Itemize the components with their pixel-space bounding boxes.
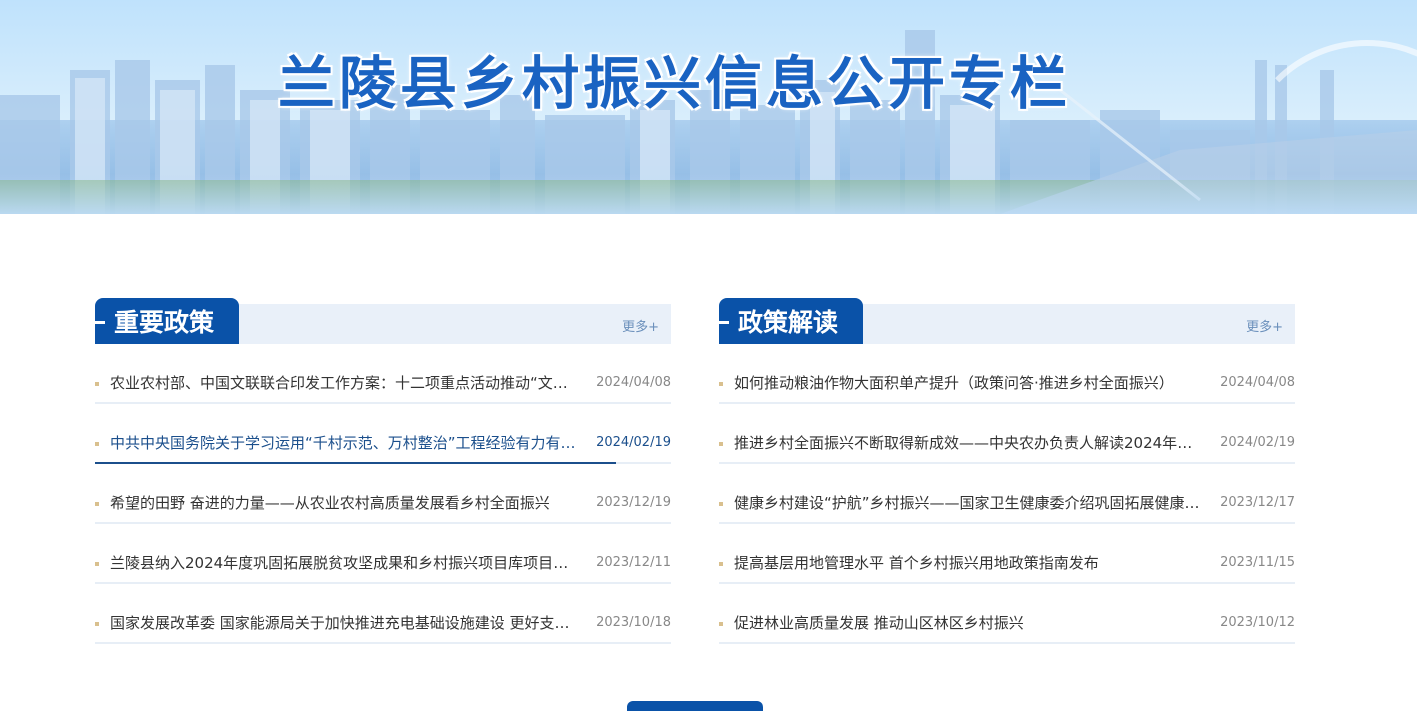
panel-header: 重要政策 更多+ — [95, 298, 671, 344]
more-link[interactable]: 更多+ — [622, 316, 659, 335]
bullet-icon — [95, 442, 99, 446]
header-banner: 兰陵县乡村振兴信息公开专栏 — [0, 0, 1417, 214]
news-date: 2023/11/15 — [1220, 555, 1295, 570]
bullet-icon — [95, 562, 99, 566]
bullet-icon — [95, 502, 99, 506]
news-title-link[interactable]: 促进林业高质量发展 推动山区林区乡村振兴 — [734, 612, 1204, 633]
news-title-link[interactable]: 提高基层用地管理水平 首个乡村振兴用地政策指南发布 — [734, 552, 1204, 573]
news-title-link[interactable]: 推进乡村全面振兴不断取得新成效——中央农办负责人解读2024年中央一号文件 — [734, 432, 1204, 453]
news-date: 2023/12/11 — [596, 555, 671, 570]
list-item[interactable]: 提高基层用地管理水平 首个乡村振兴用地政策指南发布 2023/11/15 — [719, 524, 1295, 584]
next-section-tab[interactable] — [627, 701, 763, 711]
panel-heading: 重要政策 — [114, 308, 215, 337]
bullet-icon — [719, 622, 723, 626]
news-title-link[interactable]: 农业农村部、中国文联联合印发工作方案：十二项重点活动推动“文化产业赋能乡村振兴” — [110, 372, 580, 393]
news-date: 2024/02/19 — [596, 435, 671, 450]
news-title-link[interactable]: 如何推动粮油作物大面积单产提升（政策问答·推进乡村全面振兴） — [734, 372, 1204, 393]
list-item[interactable]: 如何推动粮油作物大面积单产提升（政策问答·推进乡村全面振兴） 2024/04/0… — [719, 344, 1295, 404]
news-date: 2024/02/19 — [1220, 435, 1295, 450]
news-list: 如何推动粮油作物大面积单产提升（政策问答·推进乡村全面振兴） 2024/04/0… — [719, 344, 1295, 644]
list-item[interactable]: 中共中央国务院关于学习运用“千村示范、万村整治”工程经验有力有效推进乡村全面振兴… — [95, 404, 671, 464]
tab-marker-icon — [719, 321, 729, 324]
important-policies-panel: 重要政策 更多+ 农业农村部、中国文联联合印发工作方案：十二项重点活动推动“文化… — [95, 298, 671, 644]
news-date: 2023/12/17 — [1220, 495, 1295, 510]
bullet-icon — [719, 442, 723, 446]
news-title-link[interactable]: 兰陵县纳入2024年度巩固拓展脱贫攻坚成果和乡村振兴项目库项目公示 — [110, 552, 580, 573]
bullet-icon — [719, 502, 723, 506]
list-item[interactable]: 农业农村部、中国文联联合印发工作方案：十二项重点活动推动“文化产业赋能乡村振兴”… — [95, 344, 671, 404]
banner-bottom-fade — [0, 174, 1417, 214]
news-date: 2023/12/19 — [596, 495, 671, 510]
list-item[interactable]: 促进林业高质量发展 推动山区林区乡村振兴 2023/10/12 — [719, 584, 1295, 644]
news-date: 2023/10/18 — [596, 615, 671, 630]
tab-marker-icon — [95, 321, 105, 324]
list-item[interactable]: 推进乡村全面振兴不断取得新成效——中央农办负责人解读2024年中央一号文件 20… — [719, 404, 1295, 464]
panel-tab[interactable]: 重要政策 — [95, 298, 239, 344]
panel-heading: 政策解读 — [738, 308, 839, 337]
news-date: 2024/04/08 — [1220, 375, 1295, 390]
panel-tab[interactable]: 政策解读 — [719, 298, 863, 344]
bullet-icon — [95, 622, 99, 626]
page-title: 兰陵县乡村振兴信息公开专栏 — [278, 51, 1071, 117]
list-item[interactable]: 国家发展改革委 国家能源局关于加快推进充电基础设施建设 更好支持新能源汽车下乡和… — [95, 584, 671, 644]
bullet-icon — [719, 382, 723, 386]
bullet-icon — [719, 562, 723, 566]
news-title-link[interactable]: 中共中央国务院关于学习运用“千村示范、万村整治”工程经验有力有效推进乡村全面振兴… — [110, 432, 580, 453]
news-date: 2023/10/12 — [1220, 615, 1295, 630]
more-link[interactable]: 更多+ — [1246, 316, 1283, 335]
list-item[interactable]: 希望的田野 奋进的力量——从农业农村高质量发展看乡村全面振兴 2023/12/1… — [95, 464, 671, 524]
news-title-link[interactable]: 健康乡村建设“护航”乡村振兴——国家卫生健康委介绍巩固拓展健康扶贫成果 — [734, 492, 1204, 513]
list-item[interactable]: 兰陵县纳入2024年度巩固拓展脱贫攻坚成果和乡村振兴项目库项目公示 2023/1… — [95, 524, 671, 584]
policy-interpretation-panel: 政策解读 更多+ 如何推动粮油作物大面积单产提升（政策问答·推进乡村全面振兴） … — [719, 298, 1295, 644]
news-date: 2024/04/08 — [596, 375, 671, 390]
list-item[interactable]: 健康乡村建设“护航”乡村振兴——国家卫生健康委介绍巩固拓展健康扶贫成果 2023… — [719, 464, 1295, 524]
news-title-link[interactable]: 希望的田野 奋进的力量——从农业农村高质量发展看乡村全面振兴 — [110, 492, 580, 513]
panel-header: 政策解读 更多+ — [719, 298, 1295, 344]
news-title-link[interactable]: 国家发展改革委 国家能源局关于加快推进充电基础设施建设 更好支持新能源汽车下乡和… — [110, 612, 580, 633]
bullet-icon — [95, 382, 99, 386]
news-list: 农业农村部、中国文联联合印发工作方案：十二项重点活动推动“文化产业赋能乡村振兴”… — [95, 344, 671, 644]
